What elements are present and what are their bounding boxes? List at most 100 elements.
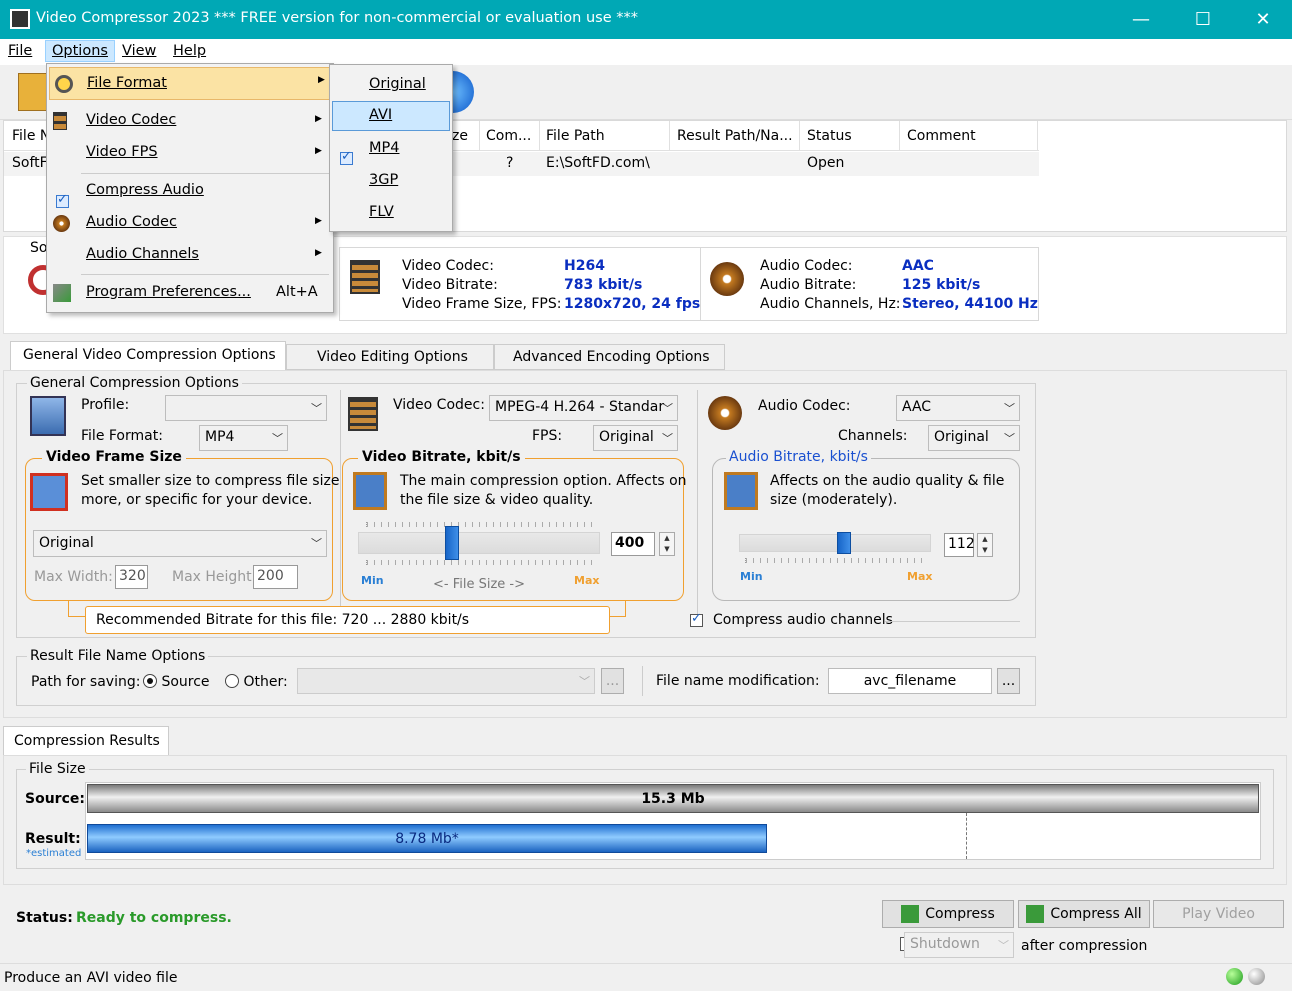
- shutdown-select[interactable]: Shutdown ﹀: [904, 932, 1014, 958]
- format-mp4-check-icon: [340, 149, 353, 165]
- compress-all-button[interactable]: Compress All: [1018, 900, 1150, 928]
- audio-channels-value: Stereo, 44100 Hz: [902, 296, 1038, 312]
- fps-label: FPS:: [532, 428, 563, 444]
- col-file-name[interactable]: File N: [12, 128, 50, 144]
- video-bitrate-title: Video Bitrate, kbit/s: [358, 449, 525, 465]
- play-video-button[interactable]: Play Video: [1153, 900, 1284, 928]
- fps-select[interactable]: Original ﹀: [593, 425, 678, 451]
- video-bitrate-label: Video Bitrate:: [402, 277, 498, 293]
- audio-channels-label-menu: Audio Channels: [86, 246, 199, 262]
- status-bar-text: Produce an AVI video file: [4, 970, 178, 986]
- file-name-modification-label: File name modification:: [656, 673, 820, 689]
- frame-size-select[interactable]: Original ﹀: [33, 530, 327, 557]
- audio-bitrate-spin-buttons[interactable]: ▲ ▼: [977, 533, 993, 557]
- menu-item-audio-channels[interactable]: Audio Channels ▶: [47, 240, 335, 272]
- menu-item-audio-codec[interactable]: Audio Codec ▶: [47, 208, 335, 240]
- result-name-title: Result File Name Options: [27, 648, 209, 664]
- source-radio-group[interactable]: Source: [143, 674, 210, 690]
- file-format-select[interactable]: MP4 ﹀: [199, 425, 288, 451]
- audio-speaker-icon: [708, 396, 742, 430]
- menu-options[interactable]: Options: [45, 40, 115, 62]
- menu-view[interactable]: View: [122, 43, 156, 59]
- menu-item-video-fps[interactable]: Video FPS ▶: [47, 138, 335, 170]
- col-size[interactable]: ze: [452, 128, 468, 144]
- video-bitrate-track[interactable]: [358, 532, 600, 554]
- video-codec-select[interactable]: MPEG-4 H.264 - Standar ﹀: [489, 395, 678, 421]
- other-radio-group[interactable]: Other:: [225, 674, 288, 690]
- menu-item-compress-audio[interactable]: Compress Audio: [47, 176, 335, 208]
- source-info-box: Video Codec: H264 Video Bitrate: 783 kbi…: [339, 247, 1039, 321]
- profile-label: Profile:: [81, 397, 130, 413]
- program-preferences-label-menu: Program Preferences...: [86, 284, 251, 300]
- open-folder-icon[interactable]: [18, 73, 48, 111]
- format-original[interactable]: Original: [332, 69, 452, 101]
- col-status[interactable]: Status: [807, 128, 852, 144]
- menu-help[interactable]: Help: [173, 43, 206, 59]
- tab-video-editing-label: Video Editing Options: [317, 349, 468, 365]
- file-name-modification-input[interactable]: avc_filename: [828, 668, 992, 694]
- close-icon[interactable]: ✕: [1232, 0, 1292, 39]
- video-bitrate-spin-buttons[interactable]: ▲ ▼: [659, 532, 675, 556]
- file-format-submenu: Original AVI MP4 3GP FLV: [329, 64, 453, 232]
- tab-general[interactable]: General Video Compression Options: [10, 341, 286, 371]
- menu-file[interactable]: File: [8, 43, 32, 59]
- video-codec-menu-icon: [53, 112, 67, 130]
- audio-bitrate-ticks: [745, 558, 925, 563]
- audio-bitrate-input[interactable]: 112: [944, 533, 975, 557]
- menu-item-program-preferences[interactable]: Program Preferences... Alt+A: [47, 278, 335, 310]
- compress-audio-channels-checkbox[interactable]: [690, 611, 703, 627]
- tab-video-editing[interactable]: Video Editing Options: [286, 344, 494, 370]
- video-film-icon: [350, 260, 380, 294]
- row-compression: ?: [506, 155, 514, 171]
- audio-bitrate-slider-thumb[interactable]: [836, 532, 851, 554]
- source-radio[interactable]: [143, 674, 157, 688]
- preferences-icon: [53, 284, 71, 302]
- channels-select[interactable]: Original ﹀: [928, 425, 1020, 451]
- video-bitrate-value: 783 kbit/s: [564, 277, 643, 293]
- format-avi[interactable]: AVI: [332, 101, 450, 131]
- col-compression[interactable]: Com...: [486, 128, 531, 144]
- col-result-path[interactable]: Result Path/Na...: [677, 128, 793, 144]
- audio-channels-label: Audio Channels, Hz:: [760, 296, 901, 312]
- audio-bitrate-track[interactable]: [739, 534, 931, 552]
- profile-select[interactable]: ﹀: [165, 395, 327, 421]
- menu-item-file-format[interactable]: File Format ▶: [49, 67, 333, 100]
- frame-size-desc-1: Set smaller size to compress file size: [81, 473, 340, 489]
- file-name-modification-button[interactable]: ...: [997, 668, 1020, 694]
- format-flv[interactable]: FLV: [332, 197, 452, 229]
- video-bitrate-input[interactable]: 400: [611, 532, 655, 556]
- tab-compression-results-label: Compression Results: [14, 733, 160, 749]
- audio-codec-select[interactable]: AAC ﹀: [896, 395, 1020, 421]
- maximize-icon[interactable]: ☐: [1172, 0, 1234, 39]
- col-comment[interactable]: Comment: [907, 128, 976, 144]
- video-bitrate-max: Max: [574, 574, 600, 587]
- browse-path-button[interactable]: ...: [601, 668, 624, 694]
- max-width-input[interactable]: 320: [115, 565, 148, 589]
- video-bitrate-slider-thumb[interactable]: [444, 526, 459, 560]
- after-compression-label: after compression: [1021, 938, 1148, 954]
- row-status: Open: [807, 155, 845, 171]
- other-radio[interactable]: [225, 674, 239, 688]
- audio-bitrate-title: Audio Bitrate, kbit/s: [726, 449, 871, 465]
- window-title: Video Compressor 2023: [36, 10, 210, 26]
- recommended-text: Recommended Bitrate for this file: 720 .…: [96, 612, 470, 628]
- max-height-input[interactable]: 200: [253, 565, 298, 589]
- status-led-gray-icon: [1248, 968, 1265, 985]
- format-3gp[interactable]: 3GP: [332, 165, 452, 197]
- submenu-arrow-icon: ▶: [315, 248, 322, 258]
- audio-bitrate-label: Audio Bitrate:: [760, 277, 857, 293]
- compress-button[interactable]: Compress: [882, 900, 1014, 928]
- max-height-label: Max Height:: [172, 569, 257, 585]
- format-avi-label: AVI: [369, 107, 393, 123]
- tab-advanced-encoding[interactable]: Advanced Encoding Options: [494, 344, 725, 370]
- tab-compression-results[interactable]: Compression Results: [3, 726, 169, 756]
- compress-all-icon: [1026, 905, 1045, 923]
- menu-item-video-codec[interactable]: Video Codec ▶: [47, 106, 335, 138]
- format-mp4[interactable]: MP4: [332, 133, 452, 165]
- audio-codec-field-label: Audio Codec:: [758, 398, 851, 414]
- frame-size-desc-2: more, or specific for your device.: [81, 492, 313, 508]
- col-file-path[interactable]: File Path: [546, 128, 605, 144]
- other-path-select[interactable]: ﹀: [297, 668, 595, 694]
- minimize-icon[interactable]: —: [1110, 0, 1172, 39]
- compress-audio-channels-label[interactable]: Compress audio channels: [713, 612, 893, 628]
